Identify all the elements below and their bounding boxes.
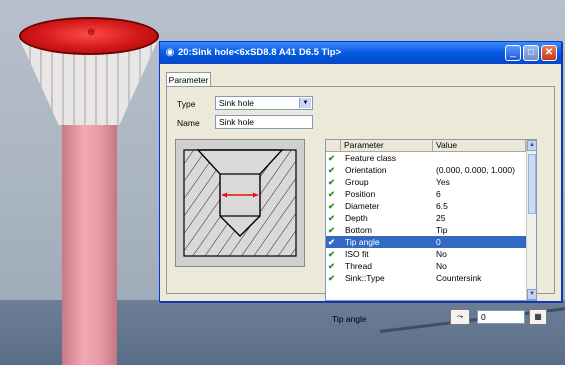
row-value: No	[436, 261, 447, 271]
row-parameter: Sink::Type	[345, 273, 385, 283]
table-header-parameter[interactable]: Parameter	[341, 140, 433, 152]
row-value: 6	[436, 189, 441, 199]
row-parameter: Depth	[345, 213, 368, 223]
row-value: 25	[436, 213, 446, 223]
row-parameter: Tip angle	[345, 237, 380, 247]
check-icon: ✔	[328, 165, 336, 175]
dialog-title: 20:Sink hole<6xSD8.8 A41 D6.5 Tip>	[178, 47, 342, 58]
minimize-button[interactable]: _	[505, 45, 521, 61]
vertical-scrollbar[interactable]: ▲ ▼	[526, 140, 536, 300]
pick-from-model-button[interactable]: ⤳	[450, 309, 470, 325]
row-parameter: Thread	[345, 261, 372, 271]
row-parameter: Bottom	[345, 225, 372, 235]
table-row[interactable]: ✔ Depth 25	[326, 212, 526, 224]
table-row[interactable]: ✔ Group Yes	[326, 176, 526, 188]
type-select-value: Sink hole	[219, 98, 254, 108]
row-parameter: Position	[345, 189, 376, 199]
scroll-up-icon[interactable]: ▲	[527, 140, 536, 151]
table-header-value[interactable]: Value	[433, 140, 526, 152]
type-label: Type	[177, 99, 196, 109]
table-row[interactable]: ✔ Feature class	[326, 152, 526, 164]
table-row[interactable]: ✔ Bottom Tip	[326, 224, 526, 236]
parameter-table[interactable]: Parameter Value ✔ Feature class ✔ Orientat…	[325, 139, 537, 301]
sink-hole-dialog: ◉ 20:Sink hole<6xSD8.8 A41 D6.5 Tip> _ □…	[159, 41, 562, 325]
tab-parameter[interactable]: Parameter	[166, 72, 211, 87]
check-icon: ✔	[328, 225, 336, 235]
row-parameter: Orientation	[345, 165, 387, 175]
table-row[interactable]: ✔ Thread No	[326, 260, 526, 272]
origin-marker-icon: ⊕	[87, 27, 96, 38]
selected-parameter-label: Tip angle	[332, 314, 367, 324]
scroll-thumb[interactable]	[528, 154, 536, 214]
close-button[interactable]: ✕	[541, 45, 557, 61]
check-icon: ✔	[328, 273, 336, 283]
sink-hole-preview	[175, 139, 305, 267]
table-header-check	[326, 140, 341, 152]
table-row[interactable]: ✔ Position 6	[326, 188, 526, 200]
row-parameter: Feature class	[345, 153, 397, 163]
row-value: Countersink	[436, 273, 482, 283]
table-row-selected[interactable]: ✔ Tip angle 0	[326, 236, 526, 248]
check-icon: ✔	[328, 237, 336, 247]
check-icon: ✔	[328, 213, 336, 223]
calculator-button[interactable]: ▦	[529, 309, 547, 325]
parameter-value-input[interactable]: 0	[477, 310, 525, 324]
row-parameter: Group	[345, 177, 369, 187]
check-icon: ✔	[328, 153, 336, 163]
parameter-panel: Type Sink hole ▼ Name Sink hole Paramete…	[166, 86, 555, 325]
chevron-down-icon[interactable]: ▼	[299, 98, 311, 108]
app-icon: ◉	[165, 47, 175, 58]
model-shaft[interactable]	[62, 120, 117, 365]
table-row[interactable]: ✔ Diameter 6.5	[326, 200, 526, 212]
title-bar[interactable]: ◉ 20:Sink hole<6xSD8.8 A41 D6.5 Tip> _ □…	[160, 42, 561, 64]
table-row[interactable]: ✔ Orientation (0.000, 0.000, 1.000)	[326, 164, 526, 176]
check-icon: ✔	[328, 249, 336, 259]
table-row[interactable]: ✔ ISO fit No	[326, 248, 526, 260]
check-icon: ✔	[328, 189, 336, 199]
name-label: Name	[177, 118, 200, 128]
check-icon: ✔	[328, 261, 336, 271]
row-value: Tip	[436, 225, 448, 235]
row-parameter: Diameter	[345, 201, 380, 211]
type-select[interactable]: Sink hole ▼	[215, 96, 313, 110]
row-value: 6.5	[436, 201, 448, 211]
check-icon: ✔	[328, 177, 336, 187]
row-value: 0	[436, 237, 441, 247]
row-value: No	[436, 249, 447, 259]
check-icon: ✔	[328, 201, 336, 211]
table-row[interactable]: ✔ Sink::Type Countersink	[326, 272, 526, 284]
name-field[interactable]: Sink hole	[215, 115, 313, 129]
row-parameter: ISO fit	[345, 249, 369, 259]
calculator-icon: ▦	[534, 312, 542, 321]
row-value: (0.000, 0.000, 1.000)	[436, 165, 515, 175]
section-drawing-icon	[183, 149, 297, 257]
row-value: Yes	[436, 177, 450, 187]
scroll-down-icon[interactable]: ▼	[527, 289, 536, 300]
maximize-button[interactable]: □	[523, 45, 539, 61]
measure-icon: ⤳	[456, 312, 464, 321]
